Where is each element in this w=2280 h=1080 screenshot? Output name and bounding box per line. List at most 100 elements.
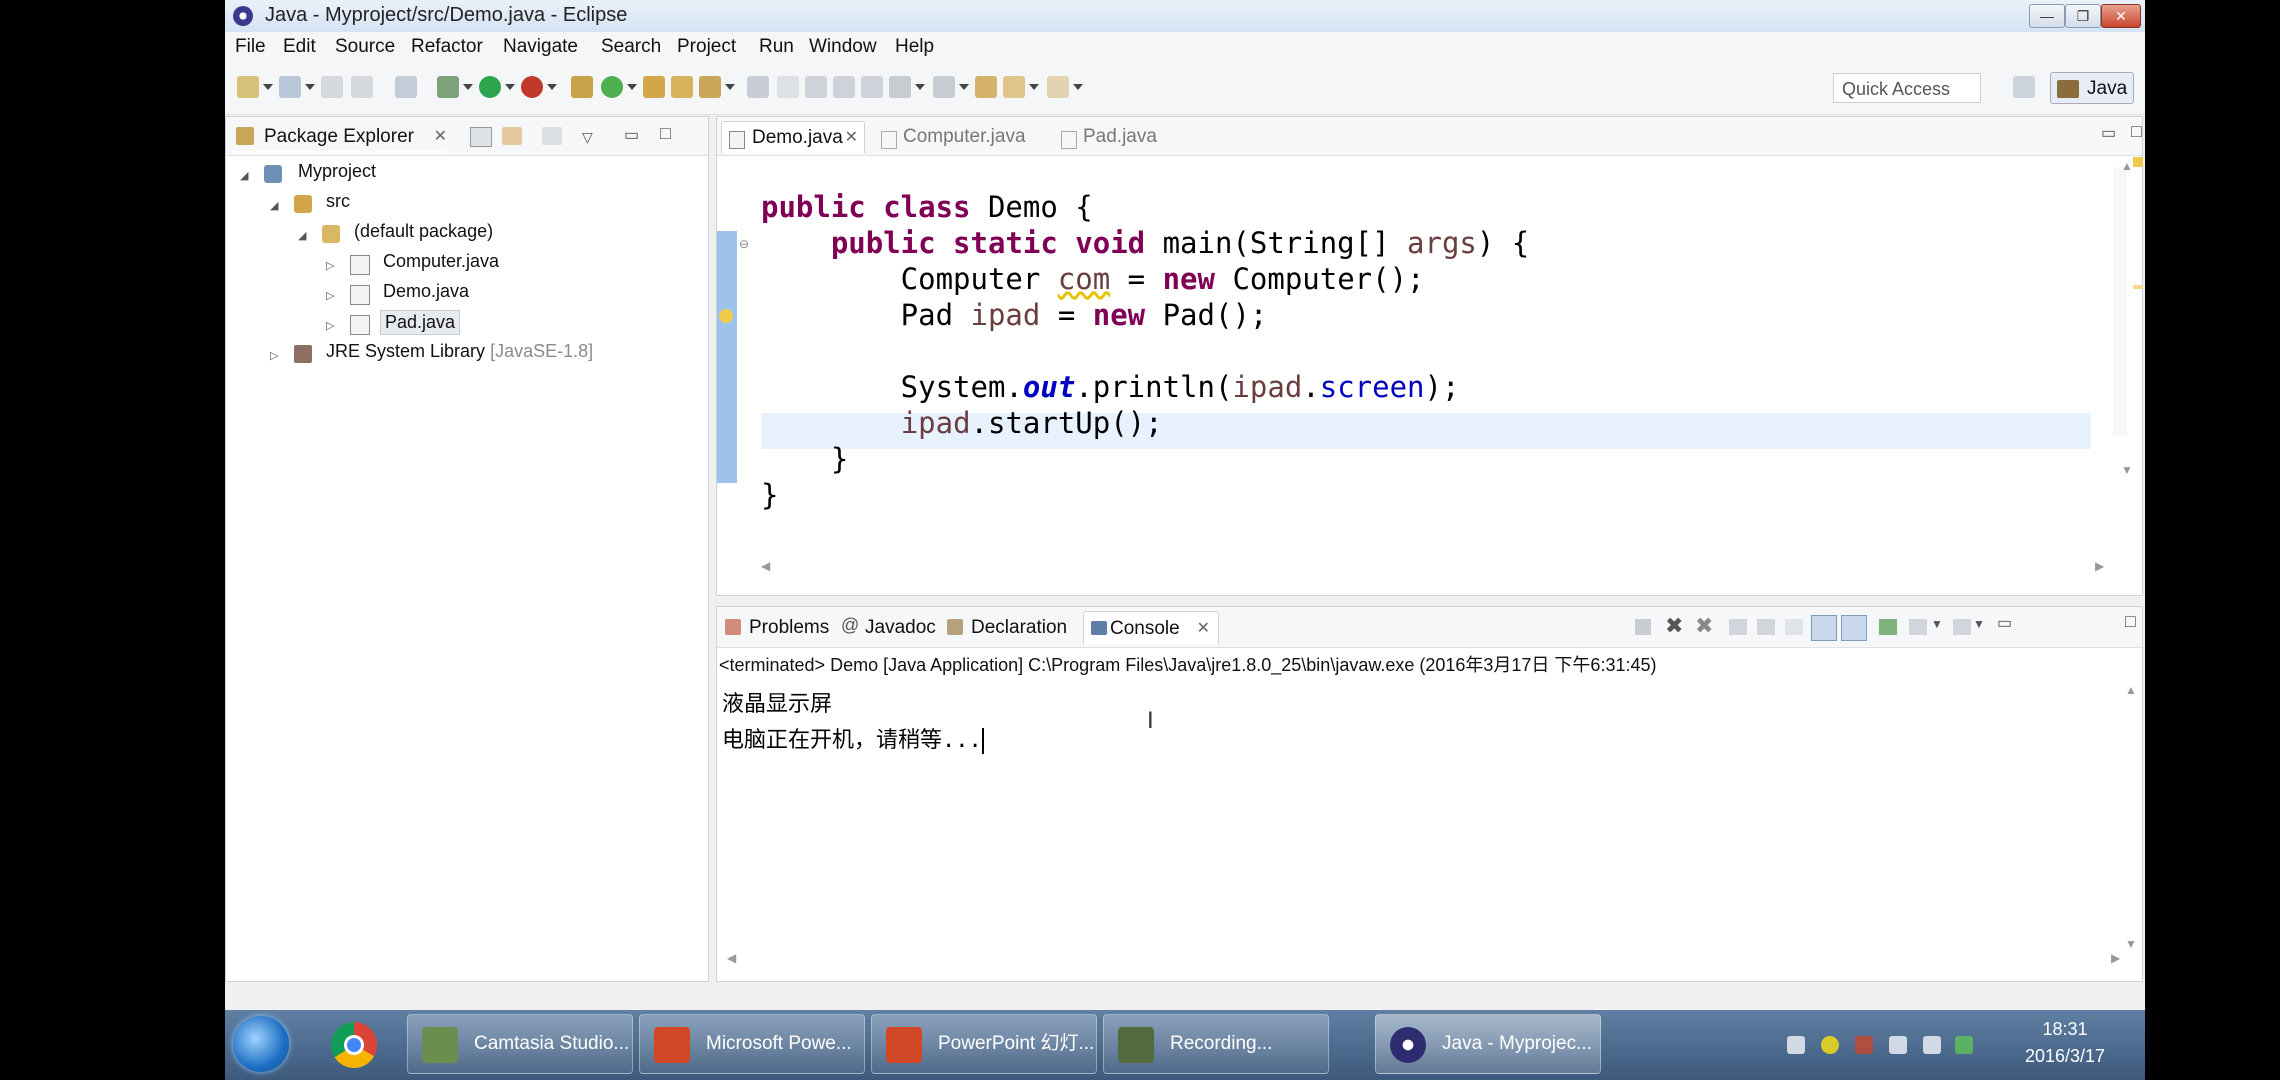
skip-breakpoints-icon[interactable] [395, 76, 417, 98]
tree-item-default-package[interactable]: (default package) [354, 221, 493, 242]
task-camtasia[interactable]: Camtasia Studio... [407, 1014, 633, 1074]
overview-marker[interactable] [2133, 285, 2143, 289]
chevron-down-icon[interactable] [463, 84, 473, 90]
task-eclipse[interactable]: Java - Myprojec... [1375, 1014, 1601, 1074]
menu-run[interactable]: Run [759, 36, 794, 58]
view-menu-icon[interactable]: ▽ [582, 129, 593, 146]
tree-item-demo-java[interactable]: Demo.java [383, 281, 469, 302]
external-tools-icon[interactable] [521, 76, 543, 98]
menu-source[interactable]: Source [335, 36, 395, 58]
volume-icon[interactable] [1889, 1036, 1907, 1054]
tab-problems[interactable]: Problems [723, 611, 833, 645]
code-area[interactable]: public class Demo { public static void m… [761, 189, 1529, 513]
scroll-left-icon[interactable]: ◀ [761, 559, 770, 573]
fold-icon[interactable]: ⊖ [739, 237, 749, 251]
maximize-view-icon[interactable]: □ [2131, 121, 2142, 142]
word-wrap-icon[interactable] [805, 76, 827, 98]
collapsed-arrow-icon[interactable]: ▷ [326, 259, 334, 272]
prev-annotation-icon[interactable] [933, 76, 955, 98]
collapse-all-icon[interactable] [470, 127, 492, 147]
scroll-down-icon[interactable]: ▼ [2125, 937, 2137, 951]
expanded-arrow-icon[interactable]: ◢ [298, 229, 306, 242]
close-icon[interactable]: ✕ [1197, 612, 1210, 646]
tab-package-explorer[interactable]: Package Explorer ✕ [232, 121, 447, 153]
chevron-down-icon[interactable] [627, 84, 637, 90]
close-icon[interactable]: ✕ [845, 122, 858, 154]
open-type-icon[interactable] [643, 76, 665, 98]
open-perspective-icon[interactable] [2013, 76, 2035, 98]
block-selection-icon[interactable] [833, 76, 855, 98]
keyboard-icon[interactable] [1787, 1036, 1805, 1054]
menu-edit[interactable]: Edit [283, 36, 316, 58]
tab-computer-java[interactable]: Computer.java [873, 121, 1043, 153]
menu-file[interactable]: File [235, 36, 266, 58]
save-icon[interactable] [321, 76, 343, 98]
chevron-down-icon[interactable] [547, 84, 557, 90]
forward-icon[interactable] [1047, 76, 1069, 98]
next-annotation-icon[interactable] [889, 76, 911, 98]
collapsed-arrow-icon[interactable]: ▷ [270, 349, 278, 362]
close-button[interactable]: ✕ [2101, 4, 2141, 28]
remove-all-icon[interactable]: ✖ [1695, 613, 1713, 639]
tree-item-jre-library[interactable]: JRE System Library [JavaSE-1.8] [326, 341, 593, 362]
scroll-right-icon[interactable]: ▶ [2095, 559, 2104, 573]
back-icon[interactable] [1003, 76, 1025, 98]
scroll-down-icon[interactable]: ▼ [2121, 463, 2133, 477]
remove-launch-icon[interactable]: ✖ [1665, 613, 1683, 639]
vertical-scrollbar[interactable] [2113, 167, 2127, 437]
clear-console-icon[interactable] [1729, 619, 1747, 635]
new-class-icon[interactable] [601, 76, 623, 98]
save-all-icon[interactable] [351, 76, 373, 98]
tab-javadoc[interactable]: Javadoc [839, 611, 939, 645]
tree-item-pad-java[interactable]: Pad.java [380, 310, 461, 335]
chevron-down-icon[interactable] [959, 84, 969, 90]
maximize-view-icon[interactable]: □ [2125, 611, 2136, 632]
close-icon[interactable]: ✕ [434, 121, 447, 153]
minimize-button[interactable]: — [2029, 4, 2065, 28]
minimize-view-icon[interactable]: ▭ [624, 125, 639, 145]
display-console-icon[interactable] [1909, 619, 1927, 635]
expanded-arrow-icon[interactable]: ◢ [240, 169, 248, 182]
link-with-editor-icon[interactable] [502, 127, 522, 145]
start-button[interactable] [233, 1016, 289, 1072]
overview-warning-icon[interactable] [2133, 157, 2143, 167]
run-icon[interactable] [479, 76, 501, 98]
search-icon[interactable] [699, 76, 721, 98]
chevron-down-icon[interactable]: ▼ [1973, 617, 1985, 631]
menu-project[interactable]: Project [677, 36, 736, 58]
collapsed-arrow-icon[interactable]: ▷ [326, 289, 334, 302]
task-recording[interactable]: Recording... [1103, 1014, 1329, 1074]
security-icon[interactable] [1955, 1036, 1973, 1054]
debug-icon[interactable] [437, 76, 459, 98]
task-powerpoint-slides[interactable]: PowerPoint 幻灯... [871, 1014, 1097, 1074]
maximize-view-icon[interactable]: □ [660, 123, 671, 144]
expanded-arrow-icon[interactable]: ◢ [270, 199, 278, 212]
terminate-icon[interactable] [1635, 619, 1651, 635]
scroll-lock-icon[interactable] [1757, 619, 1775, 635]
menu-search[interactable]: Search [601, 36, 661, 58]
last-edit-icon[interactable] [975, 76, 997, 98]
tray-app-icon[interactable] [1855, 1036, 1873, 1054]
show-on-output-icon[interactable] [1811, 615, 1837, 641]
quick-access-input[interactable]: Quick Access [1833, 73, 1981, 103]
network-icon[interactable] [1923, 1036, 1941, 1054]
chevron-down-icon[interactable]: ▼ [1931, 617, 1943, 631]
new-project-icon[interactable] [279, 76, 301, 98]
scroll-up-icon[interactable]: ▲ [2121, 159, 2133, 173]
open-folder-icon[interactable] [671, 76, 693, 98]
maximize-button[interactable]: ❐ [2065, 4, 2101, 28]
chevron-down-icon[interactable] [1073, 84, 1083, 90]
annotation-icon[interactable] [747, 76, 769, 98]
scroll-up-icon[interactable]: ▲ [2125, 683, 2137, 697]
chevron-down-icon[interactable] [725, 84, 735, 90]
mark-occurrences-icon[interactable] [777, 76, 799, 98]
chevron-down-icon[interactable] [305, 84, 315, 90]
new-package-icon[interactable] [571, 76, 593, 98]
pin-console-icon[interactable] [1879, 619, 1897, 635]
menu-refactor[interactable]: Refactor [411, 36, 483, 58]
show-on-error-icon[interactable] [1841, 615, 1867, 641]
chevron-down-icon[interactable] [915, 84, 925, 90]
chrome-icon[interactable] [331, 1022, 377, 1068]
minimize-view-icon[interactable]: ▭ [1997, 613, 2012, 633]
tree-item-src[interactable]: src [326, 191, 350, 212]
